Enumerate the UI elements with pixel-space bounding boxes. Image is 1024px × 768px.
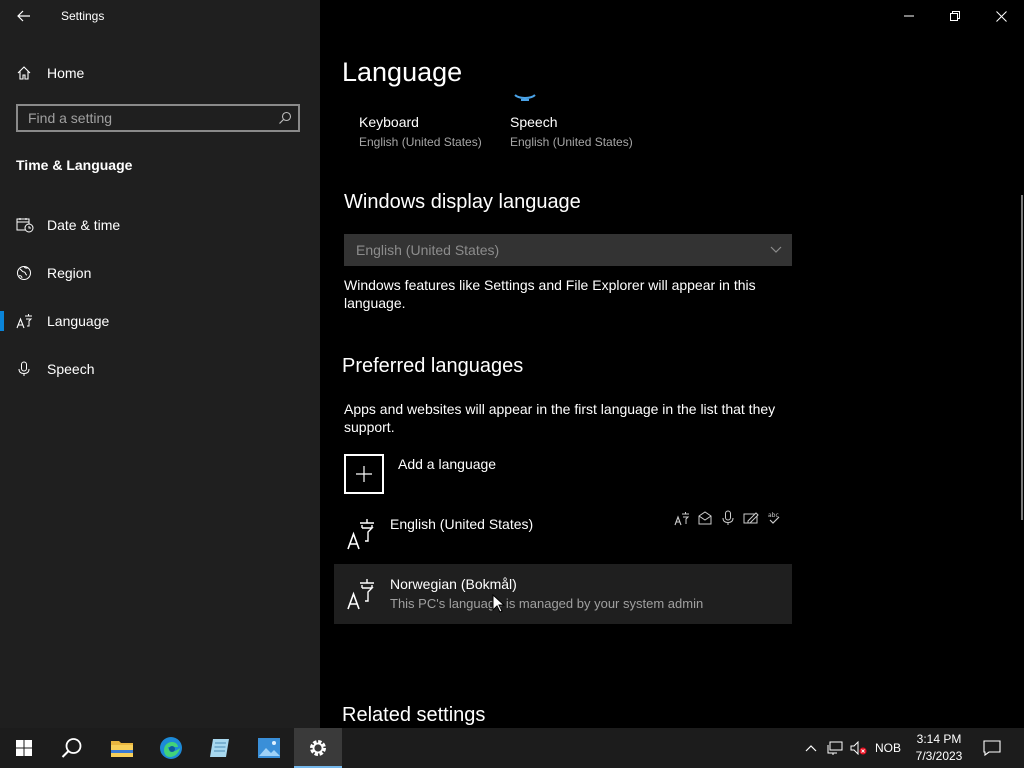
search-input[interactable] — [18, 109, 272, 127]
restore-button[interactable] — [932, 0, 978, 32]
preferred-languages-description: Apps and websites will appear in the fir… — [344, 401, 776, 435]
language-subtitle: This PC's language is managed by your sy… — [390, 596, 704, 611]
scrollbar[interactable] — [1021, 195, 1023, 520]
sidebar-item-label: Date & time — [47, 217, 121, 233]
clock-date: 7/3/2023 — [915, 749, 963, 763]
language-name: English (United States) — [390, 516, 534, 532]
spellcheck-icon: abc — [768, 512, 780, 524]
sidebar-item-region[interactable]: Region — [0, 253, 320, 293]
windows-logo-icon — [16, 740, 32, 756]
back-arrow-icon — [17, 10, 30, 22]
keyboard-tile[interactable]: Keyboard English (United States) — [359, 114, 482, 149]
restore-icon — [950, 11, 960, 21]
settings-button[interactable] — [294, 728, 342, 768]
back-button[interactable] — [8, 2, 40, 30]
mouse-cursor-icon — [492, 594, 506, 613]
photos-icon — [258, 738, 280, 758]
close-icon — [995, 10, 1007, 22]
add-language-label: Add a language — [398, 456, 497, 472]
search-icon[interactable] — [272, 111, 298, 125]
search-button[interactable] — [48, 728, 96, 768]
folder-icon — [111, 741, 133, 757]
nav-home[interactable]: Home — [16, 58, 84, 88]
show-hidden-icons-button[interactable] — [800, 728, 822, 768]
notepad-icon — [210, 739, 229, 757]
speech-tile[interactable]: Speech English (United States) — [510, 114, 633, 149]
sidebar-item-language[interactable]: Language — [0, 301, 320, 341]
display-language-description: Windows features like Settings and File … — [344, 277, 756, 311]
display-language-icon — [674, 512, 690, 526]
sidebar-item-speech[interactable]: Speech — [0, 349, 320, 389]
preferred-languages-heading: Preferred languages — [342, 355, 524, 377]
text-to-speech-icon — [698, 511, 712, 525]
search-icon — [61, 738, 82, 758]
file-explorer-button[interactable] — [98, 728, 146, 768]
language-row-norwegian[interactable]: Norwegian (Bokmål) This PC's language is… — [334, 564, 792, 624]
gear-icon — [310, 740, 326, 756]
language-icon — [346, 576, 378, 615]
language-icon — [16, 313, 38, 329]
language-row-english[interactable]: English (United States) abc — [334, 504, 792, 564]
language-name: Norwegian (Bokmål) — [390, 576, 517, 592]
handwriting-icon — [743, 512, 759, 524]
clock[interactable]: 3:14 PM 7/3/2023 — [908, 731, 970, 765]
main-content: Language Keyboard English (United States… — [320, 0, 1024, 728]
input-indicator[interactable]: NOB — [872, 728, 904, 768]
nav-home-label: Home — [47, 65, 85, 81]
chevron-down-icon — [770, 246, 782, 253]
tile-subtitle: English (United States) — [510, 135, 633, 149]
display-language-heading: Windows display language — [344, 191, 581, 213]
globe-icon — [16, 265, 38, 281]
language-icon — [346, 516, 378, 555]
tile-title: Speech — [510, 114, 558, 130]
tile-title: Keyboard — [359, 114, 419, 130]
search-box[interactable] — [16, 104, 300, 132]
close-button[interactable] — [978, 0, 1024, 32]
add-language-button[interactable]: Add a language — [344, 454, 496, 494]
volume-button[interactable] — [848, 728, 870, 768]
edge-button[interactable] — [147, 728, 195, 768]
home-icon — [16, 65, 38, 81]
sidebar-item-label: Language — [47, 313, 110, 329]
clock-time: 3:14 PM — [916, 732, 962, 746]
notepad-button[interactable] — [196, 728, 244, 768]
notification-icon — [983, 740, 1001, 756]
calendar-clock-icon — [16, 217, 38, 233]
photos-button[interactable] — [245, 728, 293, 768]
svg-text:abc: abc — [768, 512, 779, 519]
plus-icon — [344, 454, 384, 494]
speech-recognition-icon — [722, 510, 734, 525]
sidebar: Settings Home Time & Language Date & tim… — [0, 0, 320, 728]
sidebar-item-label: Speech — [47, 361, 95, 377]
network-icon — [827, 741, 843, 755]
edge-browser-icon — [160, 737, 182, 759]
network-button[interactable] — [824, 728, 846, 768]
speech-tile-icon — [514, 94, 536, 101]
taskbar: NOB 3:14 PM 7/3/2023 — [0, 728, 1024, 768]
microphone-icon — [16, 361, 38, 377]
start-button[interactable] — [0, 728, 48, 768]
sidebar-item-date-time[interactable]: Date & time — [0, 205, 320, 245]
minimize-icon — [904, 15, 914, 17]
related-settings-heading: Related settings — [342, 704, 486, 726]
tile-subtitle: English (United States) — [359, 135, 482, 149]
chevron-up-icon — [805, 745, 817, 752]
action-center-button[interactable] — [978, 728, 1006, 768]
volume-muted-icon — [850, 741, 867, 755]
page-title: Language — [342, 57, 463, 87]
display-language-dropdown[interactable]: English (United States) — [344, 234, 792, 266]
sidebar-item-label: Region — [47, 265, 92, 281]
minimize-button[interactable] — [886, 0, 932, 32]
app-title: Settings — [61, 9, 105, 23]
dropdown-value: English (United States) — [356, 242, 500, 258]
language-features: abc — [674, 510, 782, 526]
section-title: Time & Language — [16, 157, 133, 173]
